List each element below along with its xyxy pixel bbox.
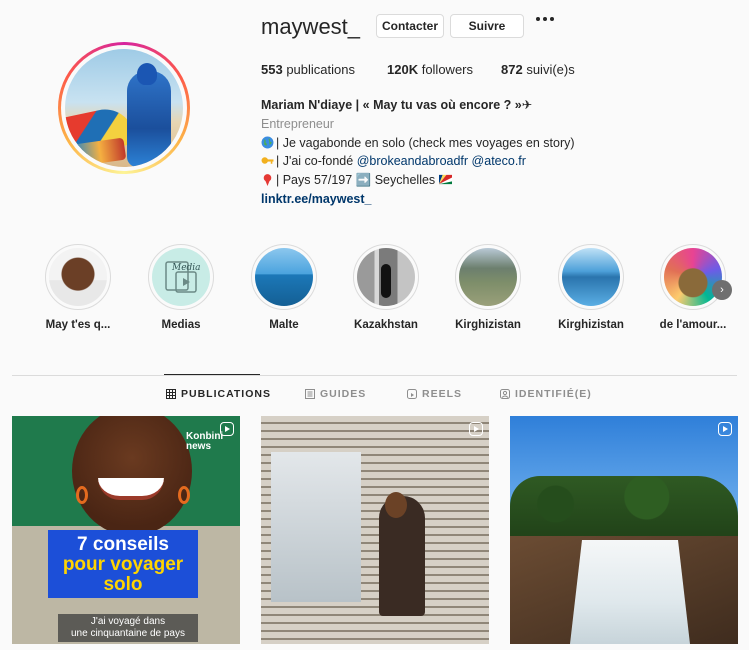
mention-ateco[interactable]: @ateco.fr: [472, 154, 526, 168]
post-caption: J'ai voyagé dans une cinquantaine de pay…: [58, 614, 198, 642]
highlight-cover: [255, 248, 313, 306]
bio-line-2: | J'ai co-fondé @brokeandabroadfr @ateco…: [261, 152, 575, 171]
highlight-item[interactable]: Kirghizistan: [546, 244, 636, 331]
highlight-cover: [49, 248, 107, 306]
tab-publications[interactable]: PUBLICATIONS: [166, 388, 271, 400]
tagged-icon: [500, 389, 510, 399]
highlight-cover: Media: [152, 248, 210, 306]
tabs-divider: [12, 375, 737, 376]
reel-icon: [220, 422, 234, 436]
pin-icon: [263, 174, 272, 187]
followers-stat[interactable]: 120K followers: [387, 62, 501, 77]
reels-icon: [407, 389, 417, 399]
highlights-next-icon[interactable]: ›: [712, 280, 732, 300]
guide-icon: [305, 389, 315, 399]
posts-stat: 553 publications: [261, 62, 355, 77]
post-thumbnail[interactable]: Konbini news 7 conseils pour voyager solo…: [12, 416, 240, 644]
bio-line-3: | Pays 57/197 ➡️ Seychelles: [261, 171, 575, 190]
highlight-item[interactable]: Media Medias: [136, 244, 226, 331]
contact-button[interactable]: Contacter: [376, 14, 444, 38]
mention-brokeandabroad[interactable]: @brokeandabroadfr: [357, 154, 468, 168]
reel-icon: [469, 422, 483, 436]
tab-reels[interactable]: REELS: [407, 388, 462, 400]
bio-line-1: | Je vagabonde en solo (check mes voyage…: [261, 134, 575, 153]
post-thumbnail[interactable]: [510, 416, 738, 644]
key-icon: [261, 157, 274, 165]
reel-icon: [718, 422, 732, 436]
highlight-label: Kirghizistan: [558, 319, 624, 331]
highlight-label: Kirghizistan: [455, 319, 521, 331]
highlight-label: Malte: [269, 319, 299, 331]
tab-guides[interactable]: GUIDES: [305, 388, 366, 400]
highlight-label: May t'es q...: [45, 319, 111, 331]
tab-tagged[interactable]: IDENTIFIÉ(E): [500, 388, 592, 400]
seychelles-flag-icon: [438, 175, 452, 185]
bio-link[interactable]: linktr.ee/maywest_: [261, 190, 575, 209]
highlight-cover: [562, 248, 620, 306]
highlight-item[interactable]: Kirghizistan: [443, 244, 533, 331]
highlight-label: Medias: [161, 319, 201, 331]
highlight-cover: [357, 248, 415, 306]
active-tab-indicator: [164, 374, 260, 375]
konbini-logo: Konbini news: [186, 431, 224, 452]
globe-icon: [261, 136, 274, 149]
media-cover-icon: Media: [165, 261, 201, 293]
profile-username: maywest_: [261, 14, 361, 39]
highlight-item[interactable]: May t'es q...: [33, 244, 123, 331]
avatar-photo: [65, 49, 183, 167]
svg-text:Media: Media: [171, 263, 201, 273]
profile-stats: 553 publications 120K followers 872 suiv…: [261, 62, 575, 77]
bio-category: Entrepreneur: [261, 116, 334, 131]
post-thumbnail[interactable]: [261, 416, 489, 644]
follow-button[interactable]: Suivre: [450, 14, 524, 38]
highlight-item[interactable]: Malte: [239, 244, 329, 331]
highlight-item[interactable]: Kazakhstan: [341, 244, 431, 331]
highlight-cover: [459, 248, 517, 306]
profile-avatar[interactable]: [58, 42, 190, 174]
bio-name: Mariam N'diaye | « May tu vas où encore …: [261, 98, 533, 112]
following-stat[interactable]: 872 suivi(e)s: [501, 62, 575, 77]
post-title-box: 7 conseils pour voyager solo: [48, 530, 198, 598]
more-options-icon[interactable]: [536, 17, 554, 21]
grid-icon: [166, 389, 176, 399]
story-highlights: May t'es q... Media Medias Malte Kazakhs…: [0, 244, 749, 344]
highlight-label: de l'amour...: [659, 319, 727, 331]
highlight-cover: [664, 248, 722, 306]
profile-bio: Mariam N'diaye | « May tu vas où encore …: [261, 96, 575, 209]
highlight-label: Kazakhstan: [354, 319, 418, 331]
